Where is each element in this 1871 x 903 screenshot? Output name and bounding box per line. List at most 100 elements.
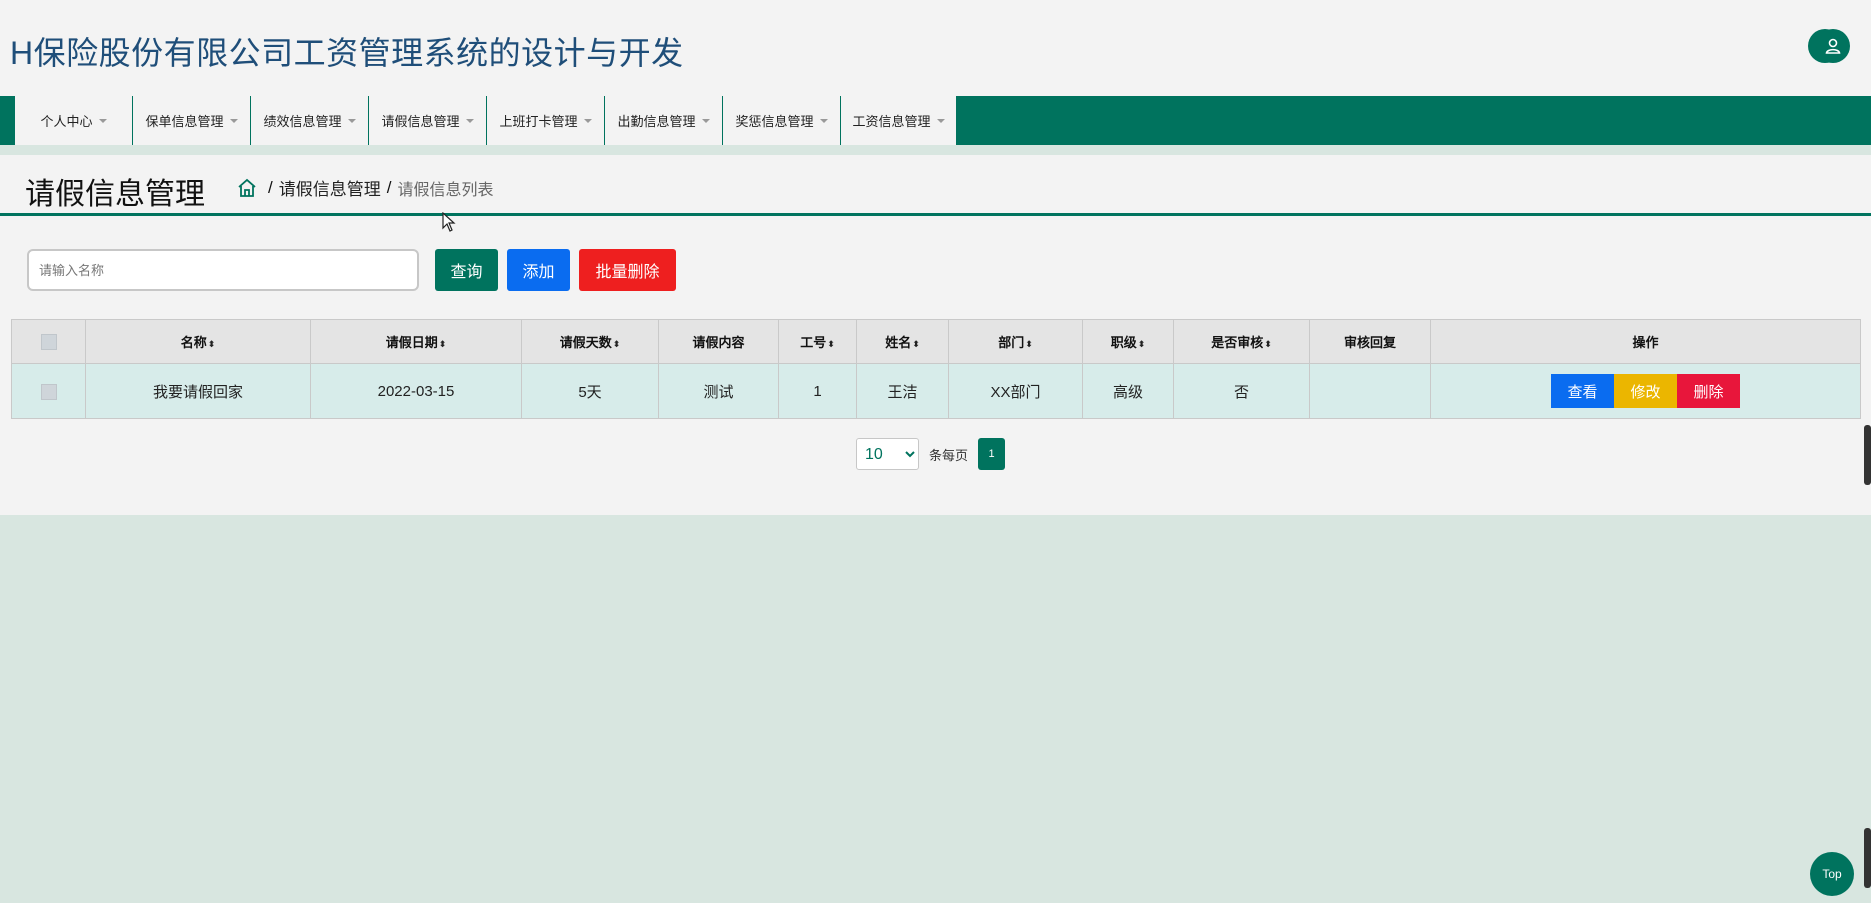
header-label: 名称 (180, 335, 207, 350)
header-date[interactable]: 请假日期⬍ (310, 319, 522, 364)
pagination: 10 条每页 1 (856, 438, 1006, 470)
select-all-checkbox[interactable] (40, 333, 57, 350)
header-label: 审核回复 (1343, 335, 1396, 350)
header-label: 请假内容 (692, 335, 745, 350)
user-icon (1825, 38, 1841, 54)
per-page-label: 条每页 (929, 447, 969, 463)
content-panel: 请假信息管理 / 请假信息管理 / 请假信息列表 查询 添加 批量删除 (0, 155, 1871, 515)
breadcrumb-current: 请假信息列表 (397, 181, 494, 199)
page-title: 请假信息管理 (25, 178, 205, 211)
edit-button[interactable]: 修改 (1614, 374, 1677, 408)
header-reply: 审核回复 (1309, 319, 1431, 364)
sort-icon: ⬍ (207, 339, 216, 349)
cell-reviewed: 否 (1173, 363, 1310, 419)
nav-item-performance[interactable]: 绩效信息管理 (251, 96, 369, 145)
header-reviewed[interactable]: 是否审核⬍ (1173, 319, 1310, 364)
nav-item-label: 个人中心 (40, 114, 93, 129)
sort-icon: ⬍ (438, 339, 447, 349)
header-dept[interactable]: 部门⬍ (948, 319, 1083, 364)
breadcrumb-separator: / (386, 177, 392, 197)
scrollbar-thumb[interactable] (1864, 828, 1871, 888)
mouse-cursor-icon (442, 212, 456, 232)
cell-content: 测试 (658, 363, 779, 419)
back-to-top-button[interactable]: Top (1810, 852, 1854, 896)
table-row: 我要请假回家 2022-03-15 5天 测试 1 王洁 XX部门 高级 否 查… (11, 363, 1861, 419)
header-emp-no[interactable]: 工号⬍ (778, 319, 857, 364)
chevron-down-icon (583, 118, 592, 123)
sort-icon: ⬍ (1137, 339, 1146, 349)
breadcrumb-section[interactable]: 请假信息管理 (279, 175, 381, 200)
header-emp-name[interactable]: 姓名⬍ (856, 319, 949, 364)
nav-item-label: 出勤信息管理 (617, 114, 696, 129)
search-input[interactable] (27, 249, 419, 291)
cell-name: 我要请假回家 (85, 363, 311, 419)
table-header-row: 名称⬍ 请假日期⬍ 请假天数⬍ 请假内容 工号⬍ 姓名⬍ 部门⬍ 职级⬍ 是否审… (11, 319, 1861, 364)
breadcrumb-separator: / (268, 177, 273, 197)
nav-item-leave[interactable]: 请假信息管理 (369, 96, 487, 145)
nav-item-label: 保单信息管理 (145, 114, 224, 129)
row-select (11, 363, 86, 419)
user-button[interactable] (1816, 29, 1850, 63)
nav-item-salary[interactable]: 工资信息管理 (841, 96, 957, 145)
chevron-down-icon (229, 118, 238, 123)
cell-emp-no: 1 (778, 363, 857, 419)
header-actions: 操作 (1430, 319, 1861, 364)
sort-icon: ⬍ (1025, 339, 1033, 349)
batch-delete-button[interactable]: 批量删除 (579, 249, 676, 291)
nav-item-label: 绩效信息管理 (263, 114, 342, 129)
header-content: 请假内容 (658, 319, 779, 364)
cell-level: 高级 (1082, 363, 1174, 419)
top-nav: 个人中心 保单信息管理 绩效信息管理 请假信息管理 上班打卡管理 出勤信息管理 … (0, 96, 1871, 145)
sort-icon: ⬍ (612, 339, 621, 349)
chevron-down-icon (701, 118, 710, 123)
row-checkbox[interactable] (40, 383, 57, 400)
header-days[interactable]: 请假天数⬍ (521, 319, 659, 364)
nav-item-policy[interactable]: 保单信息管理 (133, 96, 251, 145)
cell-days: 5天 (521, 363, 659, 419)
nav-item-label: 请假信息管理 (381, 114, 460, 129)
chevron-down-icon (936, 118, 945, 123)
sort-icon: ⬍ (1264, 339, 1272, 349)
home-icon[interactable] (236, 177, 258, 199)
chevron-down-icon (819, 118, 828, 123)
header-label: 操作 (1632, 335, 1659, 350)
header-label: 工号 (800, 335, 827, 350)
nav-item-label: 奖惩信息管理 (735, 114, 814, 129)
chevron-down-icon (465, 118, 474, 123)
header-level[interactable]: 职级⬍ (1082, 319, 1174, 364)
nav-item-label: 工资信息管理 (852, 114, 931, 129)
cell-reply (1309, 363, 1431, 419)
nav-item-attendance[interactable]: 出勤信息管理 (605, 96, 723, 145)
scrollbar-thumb[interactable] (1864, 425, 1871, 485)
title-divider (0, 213, 1871, 216)
view-button[interactable]: 查看 (1551, 374, 1614, 408)
nav-item-clock-in[interactable]: 上班打卡管理 (487, 96, 605, 145)
leave-table: 名称⬍ 请假日期⬍ 请假天数⬍ 请假内容 工号⬍ 姓名⬍ 部门⬍ 职级⬍ 是否审… (11, 319, 1861, 419)
app-title: H保险股份有限公司工资管理系统的设计与开发 (10, 35, 684, 71)
cell-date: 2022-03-15 (310, 363, 522, 419)
header-name[interactable]: 名称⬍ (85, 319, 311, 364)
page-size-select[interactable]: 10 (856, 438, 919, 470)
cell-emp-name: 王洁 (856, 363, 949, 419)
nav-item-personal-center[interactable]: 个人中心 (15, 96, 133, 145)
header-label: 请假日期 (385, 335, 438, 350)
header-label: 是否审核 (1211, 335, 1264, 350)
app-header: H保险股份有限公司工资管理系统的设计与开发 (0, 0, 1871, 96)
page-number-button[interactable]: 1 (978, 438, 1006, 470)
breadcrumb: / 请假信息管理 / 请假信息列表 (236, 175, 493, 200)
header-label: 职级 (1110, 335, 1137, 350)
add-button[interactable]: 添加 (507, 249, 570, 291)
query-button[interactable]: 查询 (435, 249, 498, 291)
cell-actions: 查看 修改 删除 (1430, 363, 1861, 419)
chevron-down-icon (347, 118, 356, 123)
header-label: 部门 (998, 335, 1025, 350)
delete-button[interactable]: 删除 (1677, 374, 1740, 408)
sort-icon: ⬍ (827, 339, 835, 349)
nav-item-label: 上班打卡管理 (499, 114, 578, 129)
header-select-all (11, 319, 86, 364)
cell-dept: XX部门 (948, 363, 1083, 419)
nav-item-rewards[interactable]: 奖惩信息管理 (723, 96, 841, 145)
chevron-down-icon (98, 118, 107, 123)
header-label: 姓名 (885, 335, 912, 350)
sort-icon: ⬍ (912, 339, 920, 349)
